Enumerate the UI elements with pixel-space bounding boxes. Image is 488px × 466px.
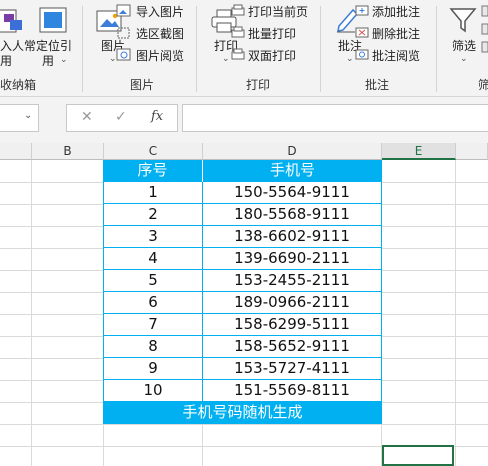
picture-view-label: 图片阅览 — [136, 48, 185, 63]
worksheet-grid: B C D E 序号 手机号 1 150-5564-9111 2 180-556… — [0, 143, 488, 466]
view-comment-label: 批注阅览 — [372, 48, 421, 63]
formula-buttons: ✕ ✓ fx — [66, 104, 178, 132]
table-header-phone[interactable]: 手机号 — [203, 160, 382, 182]
table-cell-seq[interactable]: 9 — [103, 358, 203, 380]
table-cell-seq[interactable]: 3 — [103, 226, 203, 248]
column-header-e[interactable]: E — [382, 143, 456, 160]
chevron-down-icon[interactable]: ⌄ — [222, 54, 230, 64]
table-footer-note[interactable]: 手机号码随机生成 — [103, 402, 382, 424]
table-cell-seq[interactable]: 7 — [103, 314, 203, 336]
add-comment-label: 添加批注 — [372, 4, 421, 19]
table-header-seq[interactable]: 序号 — [103, 160, 203, 182]
filter-button-label[interactable]: 筛选 — [452, 37, 476, 54]
table-cell-seq[interactable]: 1 — [103, 182, 203, 204]
batch-print-icon — [231, 26, 245, 38]
delete-comment-icon — [355, 27, 369, 38]
column-header-d[interactable]: D — [203, 143, 382, 160]
ribbon-separator — [196, 6, 197, 92]
filter-funnel-icon[interactable] — [449, 6, 477, 34]
table-cell-phone[interactable]: 158-6299-5111 — [203, 314, 382, 336]
gridline — [0, 424, 488, 425]
chevron-down-icon[interactable]: ⌄ — [460, 54, 468, 64]
table-cell-seq[interactable]: 10 — [103, 380, 203, 402]
picture-view-icon — [116, 48, 131, 61]
print-current-icon — [231, 4, 245, 16]
duplex-print-label: 双面打印 — [248, 48, 297, 63]
batch-print-button[interactable]: 批量打印 — [230, 24, 296, 42]
partial-btn-label-2[interactable]: 用 — [0, 52, 12, 69]
add-comment-icon — [355, 5, 369, 16]
region-screenshot-label: 选区截图 — [136, 26, 185, 41]
cancel-icon[interactable]: ✕ — [81, 109, 93, 125]
tracer-icon[interactable] — [0, 6, 24, 34]
table-cell-phone[interactable]: 153-2455-2111 — [203, 270, 382, 292]
view-comment-icon — [355, 49, 369, 60]
delete-comment-label: 删除批注 — [372, 26, 421, 41]
table-cell-phone[interactable]: 180-5568-9111 — [203, 204, 382, 226]
view-comment-button[interactable]: 批注阅览 — [354, 46, 420, 64]
sort-partial-icon[interactable] — [480, 4, 488, 64]
import-picture-icon — [116, 4, 131, 17]
table-cell-phone[interactable]: 158-5652-9111 — [203, 336, 382, 358]
name-box[interactable] — [0, 104, 39, 132]
print-current-page-button[interactable]: 打印当前页 — [230, 2, 308, 20]
table-cell-phone[interactable]: 150-5564-9111 — [203, 182, 382, 204]
screenshot-icon — [117, 27, 130, 39]
import-picture-button[interactable]: 导入图片 — [116, 2, 184, 20]
print-current-label: 打印当前页 — [248, 4, 309, 19]
chevron-down-icon[interactable]: ⌄ — [346, 54, 354, 64]
ribbon-separator — [82, 6, 83, 92]
picture-view-button[interactable]: 图片阅览 — [116, 46, 184, 64]
locate-reference-icon[interactable] — [38, 6, 68, 34]
insert-function-icon[interactable]: fx — [151, 109, 163, 124]
confirm-icon[interactable]: ✓ — [115, 109, 127, 125]
table-cell-phone[interactable]: 189-0966-2111 — [203, 292, 382, 314]
ribbon-separator — [320, 6, 321, 92]
gridline — [455, 160, 456, 466]
table-cell-seq[interactable]: 4 — [103, 248, 203, 270]
duplex-print-icon — [231, 48, 245, 60]
ribbon-separator — [436, 6, 437, 92]
batch-print-label: 批量打印 — [248, 26, 297, 41]
locate-btn-label-2[interactable]: 用 — [42, 52, 54, 69]
table-cell-seq[interactable]: 8 — [103, 336, 203, 358]
table-cell-seq[interactable]: 5 — [103, 270, 203, 292]
table-cell-phone[interactable]: 139-6690-2111 — [203, 248, 382, 270]
column-header-f-partial[interactable] — [456, 143, 488, 160]
duplex-print-button[interactable]: 双面打印 — [230, 46, 296, 64]
group-label-picture: 图片 — [130, 78, 155, 92]
column-header-c[interactable]: C — [104, 143, 203, 160]
chevron-down-icon[interactable]: ⌄ — [24, 110, 32, 121]
column-header-partial[interactable] — [0, 143, 32, 160]
chevron-down-icon[interactable]: ⌄ — [60, 55, 68, 65]
group-label-print: 打印 — [246, 78, 271, 92]
delete-comment-button[interactable]: 删除批注 — [354, 24, 420, 42]
group-label-partial: 筛 — [478, 78, 488, 92]
gridline — [31, 160, 32, 466]
import-picture-label: 导入图片 — [136, 4, 185, 19]
table-cell-seq[interactable]: 6 — [103, 292, 203, 314]
add-comment-button[interactable]: 添加批注 — [354, 2, 420, 20]
region-screenshot-button[interactable]: 选区截图 — [116, 24, 184, 42]
table-cell-phone[interactable]: 151-5569-8111 — [203, 380, 382, 402]
ribbon: 入人常 用 定位引 用 ⌄ 收纳箱 图片 ⌄ 导入图片 选区截图 图片阅览 图片… — [0, 0, 488, 97]
formula-input[interactable] — [182, 104, 488, 132]
formula-bar: ⌄ ✕ ✓ fx — [0, 97, 488, 143]
active-cell-selection[interactable] — [382, 445, 454, 466]
table-cell-phone[interactable]: 153-5727-4111 — [203, 358, 382, 380]
group-label-1: 收纳箱 — [0, 78, 37, 92]
table-cell-phone[interactable]: 138-6602-9111 — [203, 226, 382, 248]
table-cell-seq[interactable]: 2 — [103, 204, 203, 226]
group-label-comment: 批注 — [365, 78, 390, 92]
column-header-b[interactable]: B — [32, 143, 104, 160]
